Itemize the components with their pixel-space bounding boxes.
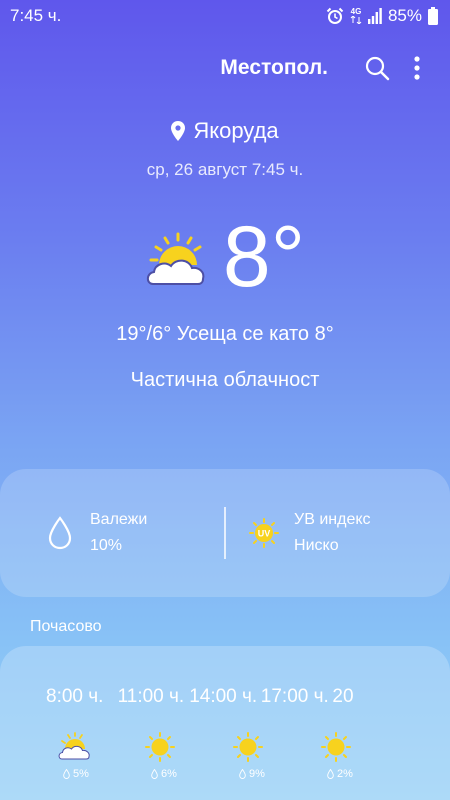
- network-type: 4G: [350, 7, 362, 16]
- battery-icon: [428, 7, 438, 25]
- location-pin-icon: [171, 121, 186, 141]
- more-vert-icon: [414, 56, 420, 80]
- weather-condition: Частична облачност: [130, 369, 320, 391]
- current-weather: 8°: [0, 212, 450, 302]
- hourly-precip: 2%: [327, 768, 353, 780]
- app-bar: Местопол.: [0, 48, 450, 88]
- alarm-icon: [326, 7, 344, 24]
- sun-icon: [233, 732, 263, 762]
- hourly-precip: 6%: [151, 768, 177, 780]
- water-drop-icon: [151, 769, 158, 779]
- uv-sun-icon: UV: [249, 518, 280, 548]
- hourly-precip-value: 2%: [337, 768, 353, 780]
- uv-index-info: UV УВ индекс Ниско: [226, 469, 450, 597]
- uv-badge-text: UV: [258, 529, 271, 539]
- hourly-precip-value: 9%: [249, 768, 265, 780]
- hour-time: 11:00 ч.: [117, 686, 185, 707]
- signal-icon: [367, 8, 382, 24]
- hourly-forecast-card[interactable]: 8:00 ч. 11:00 ч. 14:00 ч. 17:00 ч. 20 5%: [0, 646, 450, 800]
- hourly-item: 5%: [57, 732, 145, 780]
- water-drop-icon: [239, 769, 246, 779]
- water-drop-icon: [48, 516, 72, 550]
- partly-cloudy-icon: [146, 232, 205, 285]
- hourly-precip: 5%: [63, 768, 89, 780]
- details-card: Валежи 10% UV УВ индекс Ниско: [0, 469, 450, 597]
- hour-time: 20: [332, 686, 354, 707]
- hourly-icons-row: 5% 6% 9% 2%: [57, 732, 409, 780]
- high-low-feels-like: 19°/6° Усеща се като 8°: [116, 323, 334, 345]
- network-indicator: 4G: [350, 8, 362, 24]
- partly-cloudy-icon: [58, 732, 90, 760]
- hourly-item: 9%: [233, 732, 321, 780]
- data-arrows-icon: [350, 16, 362, 24]
- hourly-precip: 9%: [239, 768, 265, 780]
- water-drop-icon: [63, 769, 70, 779]
- location: Якоруда: [0, 118, 450, 144]
- hour-time: 17:00 ч.: [260, 686, 329, 707]
- sun-icon: [145, 732, 175, 762]
- precipitation-info: Валежи 10%: [0, 469, 224, 597]
- hourly-item: 2%: [321, 732, 409, 780]
- location-datetime: ср, 26 август 7:45 ч.: [146, 160, 304, 179]
- battery-percentage: 85%: [387, 6, 422, 25]
- search-icon: [365, 56, 390, 81]
- hourly-times: 8:00 ч. 11:00 ч. 14:00 ч. 17:00 ч. 20: [46, 686, 404, 708]
- precipitation-value: 10%: [90, 537, 123, 554]
- hour-time: 14:00 ч.: [189, 686, 258, 707]
- locations-button[interactable]: Местопол.: [220, 56, 328, 80]
- more-options-button[interactable]: [410, 53, 424, 83]
- status-icons: 4G 85%: [326, 6, 438, 26]
- hourly-precip-value: 5%: [73, 768, 89, 780]
- sun-icon: [321, 732, 351, 762]
- hour-time: 8:00 ч.: [46, 686, 104, 707]
- hourly-title: Почасово: [30, 618, 102, 635]
- hourly-precip-value: 6%: [161, 768, 177, 780]
- search-button[interactable]: [362, 53, 392, 83]
- uv-index-label: УВ индекс: [294, 511, 371, 528]
- uv-index-value: Ниско: [294, 537, 339, 554]
- status-time: 7:45 ч.: [10, 6, 62, 25]
- water-drop-icon: [327, 769, 334, 779]
- current-temperature: 8°: [222, 209, 306, 305]
- status-bar: 7:45 ч. 4G 85%: [0, 0, 450, 32]
- hourly-item: 6%: [145, 732, 233, 780]
- location-name: Якоруда: [193, 118, 279, 143]
- precipitation-label: Валежи: [90, 511, 148, 528]
